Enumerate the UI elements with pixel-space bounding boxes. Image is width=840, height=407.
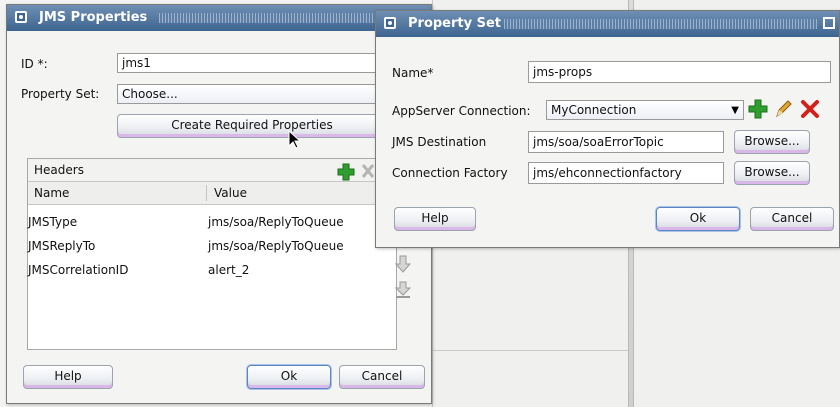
jms-dialog-titlebar[interactable]: JMS Properties: [7, 5, 431, 31]
ok-button[interactable]: Ok: [656, 207, 740, 231]
ok-button[interactable]: Ok: [247, 365, 331, 389]
add-header-icon[interactable]: [337, 163, 355, 181]
table-row[interactable]: JMSCorrelationID alert_2: [28, 259, 396, 281]
table-header-row: Name Value: [28, 182, 396, 205]
move-to-bottom-icon[interactable]: [395, 281, 411, 299]
cancel-button[interactable]: Cancel: [339, 365, 425, 389]
add-connection-icon[interactable]: [748, 99, 768, 119]
jms-dialog-title: JMS Properties: [39, 10, 148, 25]
header-value-cell: alert_2: [208, 263, 250, 277]
property-set-value: Choose...: [122, 87, 178, 101]
header-value-cell: jms/soa/ReplyToQueue: [208, 215, 344, 229]
move-down-icon[interactable]: [395, 255, 411, 273]
id-label: ID *:: [21, 57, 48, 71]
remove-header-icon[interactable]: [361, 163, 375, 179]
titlebar-grip: [159, 13, 381, 23]
name-label: Name*: [392, 66, 434, 80]
column-header-name[interactable]: Name: [34, 182, 69, 204]
delete-connection-icon[interactable]: [800, 99, 820, 119]
header-name-cell: JMSCorrelationID: [28, 263, 129, 277]
appserver-connection-select[interactable]: MyConnection ▼: [546, 100, 744, 120]
background-divider: [432, 350, 628, 351]
property-set-title: Property Set: [408, 16, 502, 31]
column-separator: [206, 185, 207, 201]
id-field[interactable]: jms1: [117, 53, 407, 73]
dropdown-arrow-icon: ▼: [731, 105, 739, 116]
headers-table: Headers Name Value JMSType jms/soa/Reply…: [27, 158, 397, 350]
headers-title: Headers: [34, 163, 84, 177]
property-set-dialog: Property Set Name* jms-props AppServer C…: [375, 10, 840, 248]
connection-factory-field[interactable]: jms/ehconnectionfactory: [528, 162, 724, 184]
name-field[interactable]: jms-props: [528, 61, 831, 83]
header-name-cell: JMSReplyTo: [28, 239, 96, 253]
connection-factory-label: Connection Factory: [392, 166, 508, 180]
help-button[interactable]: Help: [394, 207, 476, 231]
destination-browse-button[interactable]: Browse...: [734, 130, 810, 154]
jms-properties-dialog: JMS Properties ID *: jms1 Property Set: …: [6, 4, 432, 404]
factory-browse-button[interactable]: Browse...: [734, 161, 810, 185]
property-set-select[interactable]: Choose...: [117, 84, 407, 104]
property-set-label: Property Set:: [21, 87, 100, 101]
jms-destination-label: JMS Destination: [392, 135, 487, 149]
window-icon: [15, 11, 27, 23]
appserver-connection-value: MyConnection: [551, 103, 637, 117]
cancel-button[interactable]: Cancel: [750, 207, 834, 231]
help-button[interactable]: Help: [23, 365, 113, 389]
header-name-cell: JMSType: [28, 215, 78, 229]
edit-connection-icon[interactable]: [774, 99, 792, 119]
create-required-properties-button[interactable]: Create Required Properties: [117, 114, 387, 138]
mouse-cursor-icon: [288, 130, 302, 149]
window-icon: [384, 17, 396, 29]
table-row[interactable]: JMSReplyTo jms/soa/ReplyToQueue: [28, 235, 396, 257]
maximize-icon[interactable]: [823, 17, 835, 29]
header-value-cell: jms/soa/ReplyToQueue: [208, 239, 344, 253]
titlebar-grip: [504, 19, 817, 29]
column-header-value[interactable]: Value: [214, 182, 247, 204]
appserver-connection-label: AppServer Connection:: [392, 104, 531, 118]
property-set-titlebar[interactable]: Property Set: [376, 11, 839, 37]
table-row[interactable]: JMSType jms/soa/ReplyToQueue: [28, 211, 396, 233]
jms-destination-field[interactable]: jms/soa/soaErrorTopic: [528, 131, 724, 153]
